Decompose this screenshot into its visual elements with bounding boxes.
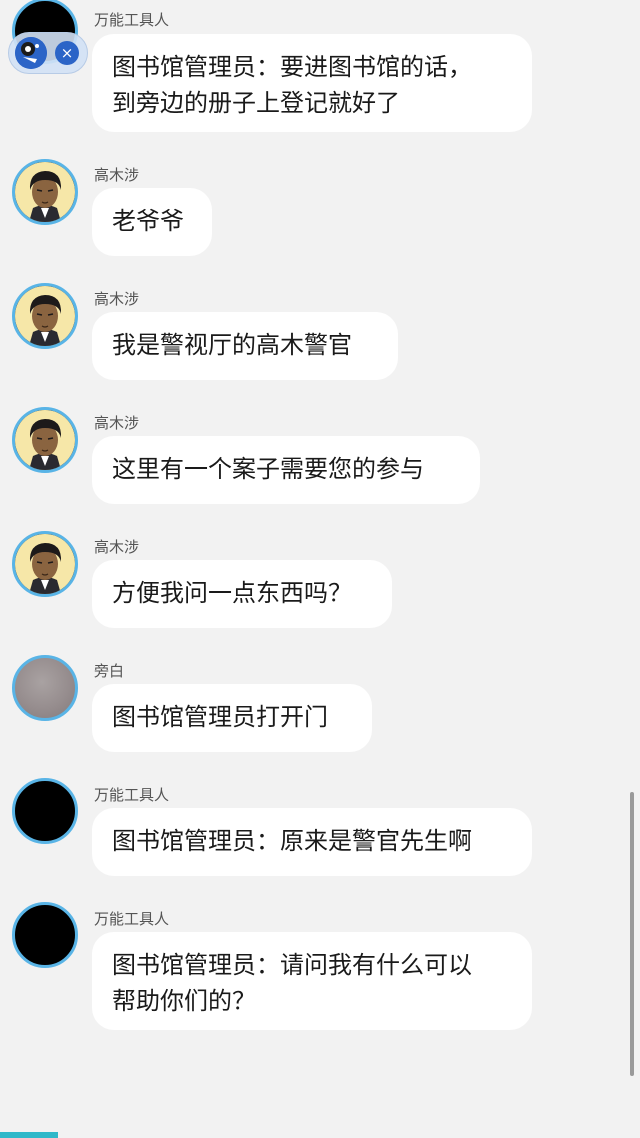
takagi-avatar[interactable] [12, 159, 78, 225]
sender-name: 旁白 [94, 662, 125, 680]
message-bubble[interactable]: 我是警视厅的高木警官 [92, 312, 398, 380]
bottom-indicator-strip [0, 1132, 58, 1138]
takagi-portrait-icon [15, 410, 75, 470]
message-bubble[interactable]: 方便我问一点东西吗？ [92, 560, 392, 628]
floating-assistant-widget[interactable]: × [8, 32, 88, 74]
message-bubble[interactable]: 图书馆管理员：原来是警官先生啊 [92, 808, 532, 876]
black-avatar[interactable] [12, 778, 78, 844]
black-avatar[interactable] [12, 902, 78, 968]
sender-name: 高木涉 [94, 290, 140, 308]
assistant-logo-icon[interactable] [15, 37, 47, 69]
message-bubble[interactable]: 这里有一个案子需要您的参与 [92, 436, 480, 504]
takagi-avatar[interactable] [12, 407, 78, 473]
close-icon[interactable]: × [55, 41, 79, 65]
sender-name: 万能工具人 [94, 910, 170, 928]
takagi-avatar[interactable] [12, 283, 78, 349]
chat-message-list[interactable]: 万能工具人 图书馆管理员：要进图书馆的话， 到旁边的册子上登记就好了 高木涉 老… [0, 0, 640, 1138]
sender-name: 高木涉 [94, 166, 140, 184]
takagi-portrait-icon [15, 162, 75, 222]
message-bubble[interactable]: 图书馆管理员：请问我有什么可以 帮助你们的？ [92, 932, 532, 1030]
sender-name: 高木涉 [94, 538, 140, 556]
message-bubble[interactable]: 老爷爷 [92, 188, 212, 256]
sender-name: 万能工具人 [94, 786, 170, 804]
takagi-portrait-icon [15, 286, 75, 346]
gray-avatar[interactable] [12, 655, 78, 721]
message-bubble[interactable]: 图书馆管理员：要进图书馆的话， 到旁边的册子上登记就好了 [92, 34, 532, 132]
sender-name: 高木涉 [94, 414, 140, 432]
sender-name: 万能工具人 [94, 11, 170, 29]
message-bubble[interactable]: 图书馆管理员打开门 [92, 684, 372, 752]
takagi-avatar[interactable] [12, 531, 78, 597]
scrollbar[interactable] [630, 792, 634, 1076]
takagi-portrait-icon [15, 534, 75, 594]
